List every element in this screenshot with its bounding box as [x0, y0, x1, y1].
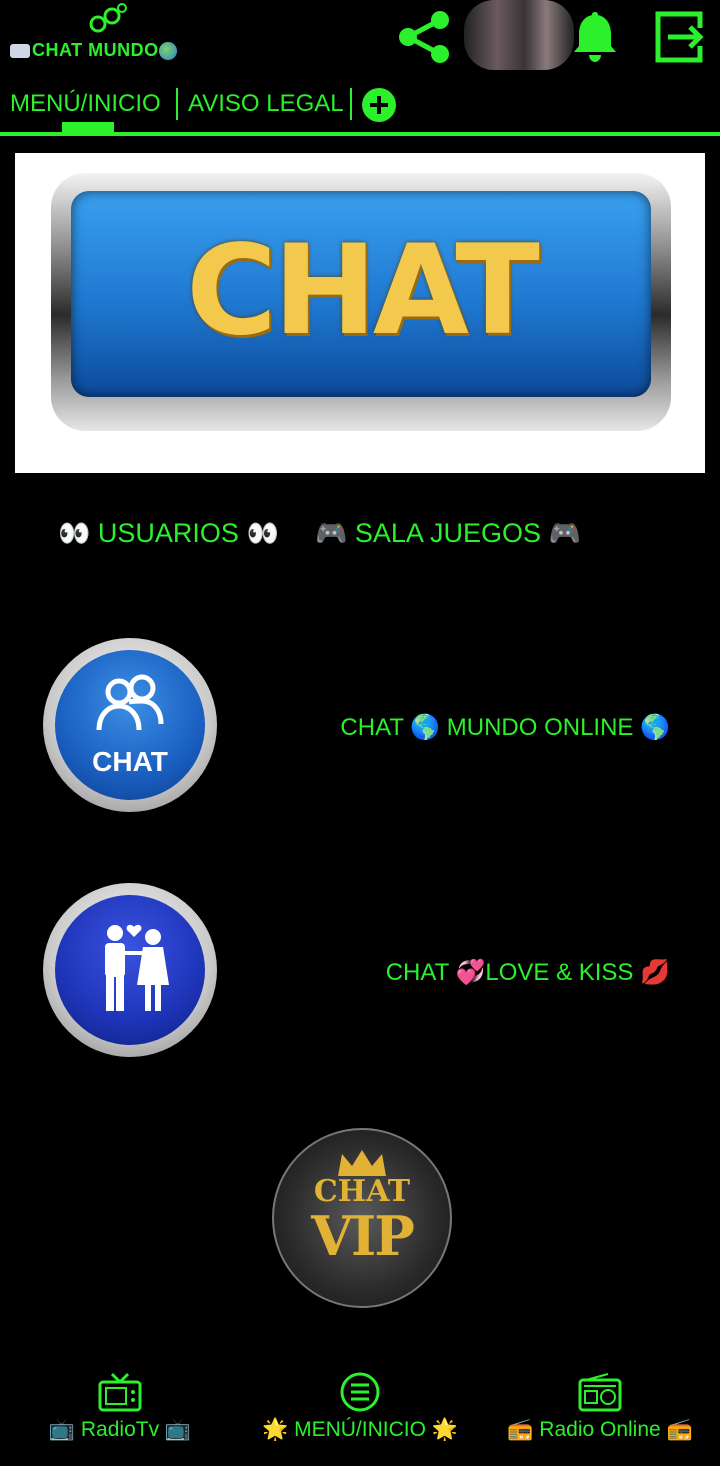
tab-bar: MENÚ/INICIO AVISO LEGAL — [0, 80, 720, 136]
chat-room-button[interactable]: CHAT — [43, 638, 217, 812]
chat-room-badge: CHAT — [55, 650, 205, 800]
gamepad-icon: 🎮 — [548, 518, 581, 548]
couple-icon — [105, 924, 169, 1011]
nav-menu-inicio[interactable]: 🌟 MENÚ/INICIO 🌟 — [240, 1366, 480, 1456]
vip-text: VIP — [311, 1204, 415, 1268]
logo-mark-icon — [89, 3, 127, 33]
chat-banner[interactable]: CHAT — [15, 153, 705, 473]
app-title: CHAT MUNDO — [10, 40, 177, 61]
eyes-icon: 👀 — [246, 518, 279, 548]
app-header: CHAT MUNDO — [0, 0, 720, 80]
users-icon — [96, 674, 164, 731]
radio-icon — [578, 1373, 622, 1412]
user-avatar[interactable] — [464, 0, 574, 70]
section-links: 👀 USUARIOS 👀 🎮 SALA JUEGOS 🎮 — [0, 518, 720, 558]
banner-frame: CHAT — [51, 173, 671, 431]
globe-icon — [158, 42, 177, 61]
plus-circle-icon[interactable] — [362, 88, 396, 122]
share-icon[interactable] — [396, 8, 454, 66]
banner-text: CHAT — [186, 219, 540, 363]
eyes-icon: 👀 — [58, 518, 91, 548]
gamepad-icon: 🎮 — [315, 518, 348, 548]
chat-bubble-icon — [10, 44, 30, 59]
sala-juegos-label: SALA JUEGOS — [354, 518, 541, 548]
usuarios-label: USUARIOS — [97, 518, 239, 548]
nav-radio-online-label: 📻 Radio Online 📻 — [507, 1418, 693, 1441]
tab-divider — [350, 88, 352, 120]
bell-icon[interactable] — [566, 8, 624, 66]
exit-icon[interactable] — [650, 8, 708, 66]
banner-panel: CHAT — [71, 191, 651, 397]
tv-icon — [98, 1372, 142, 1412]
love-kiss-link[interactable]: CHAT 💞LOVE & KISS 💋 — [386, 958, 670, 987]
love-chat-badge — [55, 895, 205, 1045]
tab-divider — [176, 88, 178, 120]
app-title-text: CHAT MUNDO — [32, 40, 159, 60]
nav-menu-inicio-label: 🌟 MENÚ/INICIO 🌟 — [262, 1418, 458, 1441]
app-logo: CHAT MUNDO — [10, 2, 210, 72]
bottom-navigation: 📺 RadioTv 📺 🌟 MENÚ/INICIO 🌟 📻 Radio Onli… — [0, 1366, 720, 1466]
menu-icon — [340, 1372, 380, 1412]
tab-bar-underline — [0, 132, 720, 136]
chat-mundo-online-link[interactable]: CHAT 🌎 MUNDO ONLINE 🌎 — [340, 713, 670, 742]
love-chat-button[interactable] — [43, 883, 217, 1057]
tab-aviso-legal[interactable]: AVISO LEGAL — [188, 90, 344, 118]
usuarios-link[interactable]: 👀 USUARIOS 👀 — [58, 518, 279, 549]
chat-button-text: CHAT — [92, 746, 168, 777]
tab-menu-inicio[interactable]: MENÚ/INICIO — [10, 90, 161, 118]
chat-vip-button[interactable]: CHAT VIP — [272, 1128, 452, 1308]
sala-juegos-link[interactable]: 🎮 SALA JUEGOS 🎮 — [315, 518, 581, 549]
nav-radio-online[interactable]: 📻 Radio Online 📻 — [480, 1366, 720, 1456]
nav-radiotv-label: 📺 RadioTv 📺 — [48, 1418, 192, 1441]
nav-radiotv[interactable]: 📺 RadioTv 📺 — [0, 1366, 240, 1456]
